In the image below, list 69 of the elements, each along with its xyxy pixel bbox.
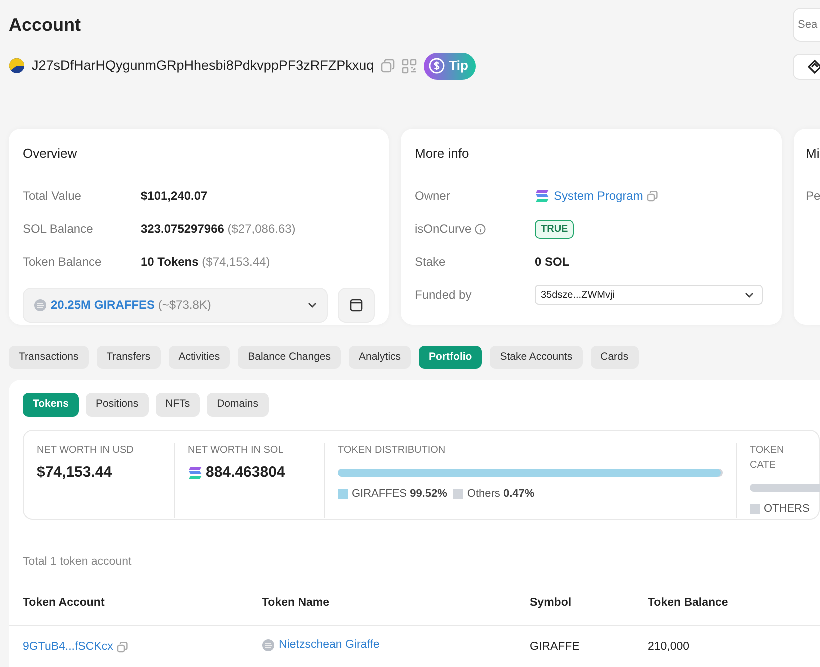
stat-label: NET WORTH IN SOL [188,444,285,458]
search-field[interactable]: Sea [793,8,820,42]
field-label: Owner [415,188,452,205]
page-title: Account [9,14,82,37]
chevron-down-icon [745,292,754,298]
copy-icon[interactable] [647,190,658,202]
tab[interactable]: Positions [86,393,149,417]
tab[interactable]: Transfers [96,346,161,369]
tab[interactable]: Activities [168,346,230,369]
stat-label: TOKEN DISTRIBUTION [338,444,447,458]
column-header: Symbol [516,595,634,625]
solana-logo-icon [535,189,550,203]
field-label: isOnCurve [415,221,472,238]
tab[interactable]: Tokens [23,393,79,417]
category-bar [750,484,820,492]
info-icon [474,224,486,234]
column-header: Token Account [9,595,248,625]
legend-label: Others 0.47% [467,487,535,502]
tab[interactable]: Balance Changes [238,346,342,369]
table-cell: GIRAFFE [516,625,634,667]
stat-value: 884.463804 [206,463,286,483]
tab[interactable]: Cards [590,346,639,369]
field-value: $101,240.07 [141,188,208,205]
field-label: Stake [415,254,447,271]
field-label: Total Value [23,188,82,205]
stat-label: NET WORTH IN USD [37,444,135,458]
card-title: Mi [806,145,820,163]
column-header: Token Name [248,595,516,625]
stat-label: TOKEN CATE [750,444,786,473]
tab[interactable]: Analytics [349,346,412,369]
token-select[interactable]: 20.25M GIRAFFES (~$73.8K) [23,288,328,322]
tab[interactable]: Stake Accounts [490,346,583,369]
account-address: J27sDfHarHQygunmGRpHhesbi8PdkvppPF3zRFZPkxuq [32,56,374,75]
column-header: Token Balance [634,595,820,625]
field-value: 323.075297966 ($27,086.63) [141,221,296,238]
stat-value: $74,153.44 [37,463,114,483]
coin-icon [262,638,275,652]
card-title: More info [415,145,470,163]
window-icon [350,298,363,312]
field-label: SOL Balance [23,221,94,238]
token-amount: 20.25M GIRAFFES (~$73.8K) [51,297,212,314]
table-cell: 210,000 [634,625,820,667]
wallet-button[interactable] [338,288,375,322]
dollar-icon [429,58,446,74]
field-label: Token Balance [23,254,103,271]
token-name-link[interactable]: Nietzschean Giraffe [279,636,380,654]
token-count: Total 1 token account [23,555,133,570]
tab[interactable]: Portfolio [419,346,482,369]
field-label: Funded by [415,287,473,304]
status-badge: TRUE [535,220,574,238]
qr-code-icon[interactable] [402,58,418,74]
tab[interactable]: NFTs [156,393,200,417]
tab[interactable]: Domains [207,393,269,417]
chevron-down-icon [308,302,317,308]
legend-label: OTHERS [764,502,810,517]
field-value: 10 Tokens ($74,153.44) [141,254,270,271]
funded-by-select[interactable]: 35dsze...ZWMvji [535,285,763,305]
copy-icon[interactable] [381,59,396,73]
owner-link[interactable]: System Program [554,187,644,205]
field-label: Pe [806,188,820,205]
copy-icon[interactable] [117,642,128,653]
card-title: Overview [23,145,78,163]
tab[interactable]: Transactions [9,346,89,369]
avatar-icon [9,58,25,74]
coin-icon [34,298,47,312]
field-value: 0 SOL [535,254,570,271]
token-account-link[interactable]: 9GTuB4...fSCKcx [23,638,114,656]
solana-logo-icon [188,466,203,480]
legend-label: GIRAFFES 99.52% [352,487,448,502]
